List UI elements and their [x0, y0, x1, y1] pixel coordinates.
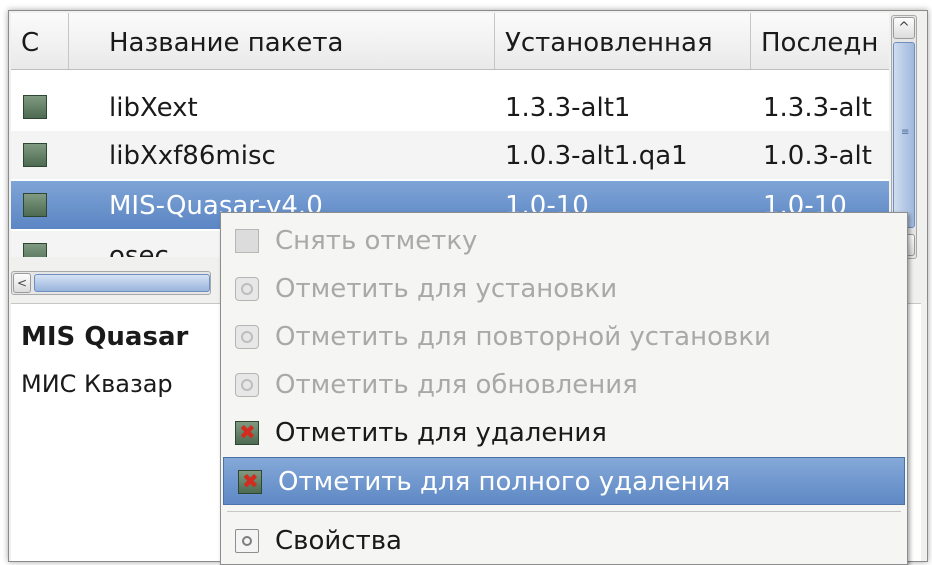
context-menu: Снять отметку Отметить для установки Отм… [220, 212, 908, 565]
package-description-text: МИС Квазар [21, 370, 173, 398]
installed-status-icon[interactable] [23, 95, 47, 119]
column-package-name[interactable]: Название пакета [69, 13, 495, 69]
latest-version: 1.0.3-alt [763, 141, 872, 171]
table-row[interactable]: libXxf86misc 1.0.3-alt1.qa1 1.0.3-alt [11, 131, 889, 179]
menu-item-unmark[interactable]: Снять отметку [221, 217, 907, 265]
scroll-up-arrow-icon[interactable]: ^ [893, 17, 915, 39]
table-row[interactable]: libXext 1.3.3-alt1 1.3.3-alt [11, 83, 889, 131]
upgrade-icon [235, 373, 259, 397]
menu-item-label: Отметить для полного удаления [278, 467, 731, 497]
grip-icon: ≡ [901, 127, 910, 138]
reinstall-icon [235, 325, 259, 349]
remove-icon [235, 408, 259, 456]
scroll-left-arrow-icon[interactable]: < [13, 273, 31, 293]
menu-item-mark-remove[interactable]: Отметить для удаления [221, 408, 907, 457]
package-name: libXxf86misc [109, 141, 276, 171]
column-latest-version[interactable]: Последн [751, 13, 889, 69]
column-installed-version[interactable]: Установленная [495, 13, 751, 69]
menu-item-label: Отметить для обновления [275, 370, 638, 400]
package-name: libXext [109, 93, 198, 123]
install-icon [235, 277, 259, 301]
menu-item-properties[interactable]: Свойства [221, 517, 907, 565]
menu-separator [227, 511, 901, 512]
installed-status-icon[interactable] [23, 193, 47, 217]
horizontal-scrollbar[interactable]: < [11, 271, 211, 295]
installed-version: 1.0.3-alt1.qa1 [505, 141, 688, 171]
menu-item-mark-upgrade[interactable]: Отметить для обновления [221, 361, 907, 409]
menu-item-label: Снять отметку [275, 226, 478, 256]
properties-icon [235, 529, 259, 553]
latest-version: 1.3.3-alt [763, 93, 872, 123]
menu-item-mark-install[interactable]: Отметить для установки [221, 265, 907, 313]
table-header: С Название пакета Установленная Последн [11, 13, 889, 70]
empty-checkbox-icon [235, 229, 259, 253]
column-status[interactable]: С [11, 13, 69, 69]
installed-status-icon[interactable] [23, 243, 47, 257]
menu-item-label: Отметить для установки [275, 274, 618, 304]
menu-item-mark-purge[interactable]: Отметить для полного удаления [223, 457, 905, 505]
installed-status-icon[interactable] [23, 143, 47, 167]
package-description-title: MIS Quasar [21, 322, 189, 352]
horizontal-scroll-thumb[interactable] [34, 274, 210, 292]
vertical-scroll-thumb[interactable]: ≡ [893, 42, 915, 228]
menu-item-label: Отметить для повторной установки [275, 322, 771, 352]
menu-item-mark-reinstall[interactable]: Отметить для повторной установки [221, 313, 907, 361]
package-name: osec [109, 241, 169, 257]
menu-item-label: Свойства [275, 526, 402, 556]
purge-icon [238, 457, 262, 505]
installed-version: 1.3.3-alt1 [505, 93, 631, 123]
menu-item-label: Отметить для удаления [275, 418, 607, 448]
